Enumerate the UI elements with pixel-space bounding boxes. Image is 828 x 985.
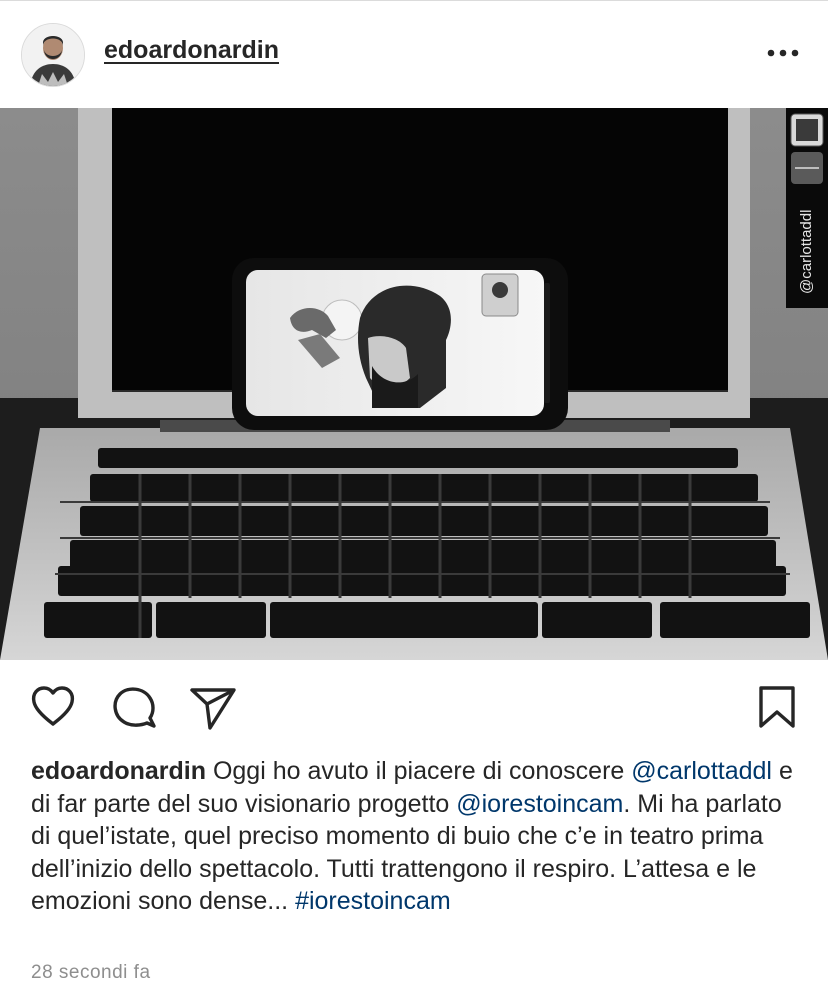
- post-photo[interactable]: @carlottaddl: [0, 108, 828, 660]
- caption-mention-carlottaddl[interactable]: @carlottaddl: [631, 757, 772, 785]
- photo-watermark-text: @carlottaddl: [798, 210, 815, 294]
- send-icon[interactable]: [188, 682, 238, 732]
- caption-username[interactable]: edoardonardin: [31, 757, 206, 785]
- post-username[interactable]: edoardonardin: [104, 36, 279, 65]
- heart-icon[interactable]: [28, 682, 78, 732]
- caption-hashtag[interactable]: #iorestoincam: [295, 887, 451, 915]
- caption-text: Oggi ho avuto il piacere di conoscere: [206, 757, 632, 785]
- post-caption: edoardonardin Oggi ho avuto il piacere d…: [31, 755, 801, 918]
- post-header: edoardonardin: [0, 0, 828, 108]
- more-horizontal-icon[interactable]: [760, 38, 806, 68]
- bookmark-icon[interactable]: [752, 682, 802, 732]
- post-timestamp: 28 secondi fa: [31, 962, 151, 983]
- comment-icon[interactable]: [108, 682, 158, 732]
- caption-mention-iorestoincam[interactable]: @iorestoincam: [456, 790, 623, 818]
- avatar[interactable]: [21, 23, 85, 87]
